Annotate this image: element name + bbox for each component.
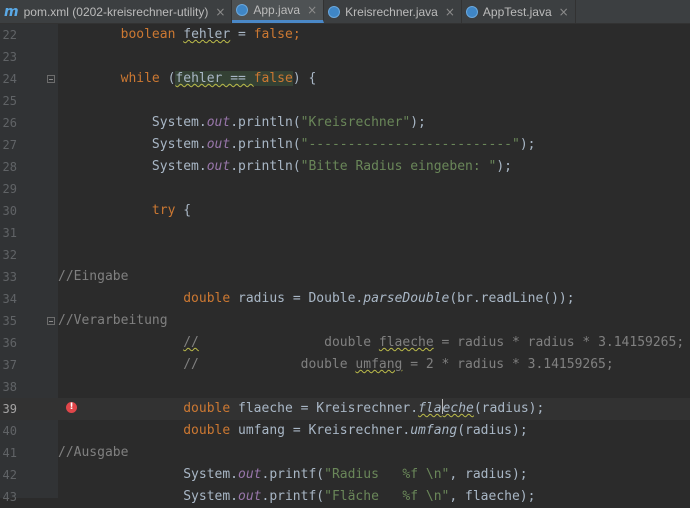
code-text: // double flaeche = radius * radius * 3.… — [183, 335, 685, 350]
tab-label: pom.xml (0202-kreisrechner-utility) — [23, 4, 209, 19]
code-line-42[interactable]: 42 System.out.printf("Radius %f \n", rad… — [0, 464, 690, 486]
line-number: 42 — [2, 468, 17, 482]
line-number: 30 — [2, 204, 17, 218]
line-number: 43 — [2, 490, 17, 504]
code-line-38[interactable]: 38 — [0, 376, 690, 398]
code-line-33[interactable]: 33 //Eingabe — [0, 266, 690, 288]
maven-file-icon: m — [4, 3, 19, 20]
close-icon[interactable]: × — [559, 5, 569, 19]
code-line-31[interactable]: 31 — [0, 222, 690, 244]
code-line-26[interactable]: 26 System.out.println("Kreisrechner"); — [0, 112, 690, 134]
line-number: 37 — [2, 358, 17, 372]
close-icon[interactable]: × — [215, 5, 225, 19]
line-number: 35 — [2, 314, 17, 328]
code-text: System.out.println("Kreisrechner"); — [58, 115, 426, 130]
line-number: 26 — [2, 116, 17, 130]
code-text: double radius = Double.parseDouble(br.re… — [183, 291, 575, 306]
code-line-41[interactable]: 41 //Ausgabe — [0, 442, 690, 464]
code-line-35[interactable]: 35 //Verarbeitung — [0, 310, 690, 332]
java-class-icon — [465, 5, 478, 18]
java-class-icon — [328, 5, 341, 18]
line-number: 40 — [2, 424, 17, 438]
code-text: boolean fehler = false; — [120, 27, 301, 42]
code-text: //Verarbeitung — [58, 313, 168, 328]
code-line-43[interactable]: 43 System.out.printf("Fläche %f \n", fla… — [0, 486, 690, 508]
code-line-25[interactable]: 25 — [0, 90, 690, 112]
code-line-27[interactable]: 27 System.out.println("-----------------… — [0, 134, 690, 156]
line-number: 32 — [2, 248, 17, 262]
code-line-40[interactable]: 40 double umfang = Kreisrechner.umfang(r… — [0, 420, 690, 442]
line-number: 38 — [2, 380, 17, 394]
line-number: 41 — [2, 446, 17, 460]
code-text: System.out.printf("Fläche %f \n", flaech… — [58, 489, 536, 504]
line-number: 29 — [2, 182, 17, 196]
code-text: //Eingabe — [58, 269, 129, 284]
code-line-36[interactable]: 36 // double flaeche = radius * radius *… — [0, 332, 690, 354]
code-line-24[interactable]: 24 while (fehler == false) { — [0, 68, 690, 90]
code-line-39-current[interactable]: 39 double flaeche = Kreisrechner.flaeche… — [0, 398, 690, 420]
line-number: 31 — [2, 226, 17, 240]
code-line-32[interactable]: 32 — [0, 244, 690, 266]
tab-label: App.java — [253, 3, 301, 17]
code-line-37[interactable]: 37 // double umfang = 2 * radius * 3.141… — [0, 354, 690, 376]
java-class-icon — [236, 4, 249, 16]
tab-app-java[interactable]: App.java × — [232, 0, 325, 23]
editor-tab-bar: m pom.xml (0202-kreisrechner-utility) × … — [0, 0, 690, 24]
close-icon[interactable]: × — [307, 3, 317, 17]
code-text: double flaeche = Kreisrechner.flaeche(ra… — [183, 399, 545, 416]
tab-label: AppTest.java — [482, 4, 552, 19]
line-number: 25 — [2, 94, 17, 108]
line-number: 24 — [2, 72, 17, 86]
line-number: 34 — [2, 292, 17, 306]
code-text: //Ausgabe — [58, 445, 129, 460]
fold-marker-icon[interactable] — [47, 75, 55, 83]
line-number: 27 — [2, 138, 17, 152]
code-line-30[interactable]: 30 try { — [0, 200, 690, 222]
code-line-23[interactable]: 23 — [0, 46, 690, 68]
close-icon[interactable]: × — [445, 5, 455, 19]
code-line-22[interactable]: 22 boolean fehler = false; — [0, 24, 690, 46]
code-text: System.out.printf("Radius %f \n", radius… — [58, 467, 528, 482]
tab-label: Kreisrechner.java — [345, 4, 438, 19]
code-text: try { — [151, 203, 192, 218]
line-number: 33 — [2, 270, 17, 284]
tab-apptest-java[interactable]: AppTest.java × — [462, 0, 576, 23]
code-text: System.out.println("--------------------… — [58, 137, 536, 152]
code-line-29[interactable]: 29 — [0, 178, 690, 200]
fold-marker-icon[interactable] — [47, 317, 55, 325]
line-number: 23 — [2, 50, 17, 64]
line-number: 28 — [2, 160, 17, 174]
line-number: 39 — [2, 402, 17, 416]
code-line-28[interactable]: 28 System.out.println("Bitte Radius eing… — [0, 156, 690, 178]
tab-pom-xml[interactable]: m pom.xml (0202-kreisrechner-utility) × — [0, 0, 233, 23]
code-line-34[interactable]: 34 double radius = Double.parseDouble(br… — [0, 288, 690, 310]
code-text: // double umfang = 2 * radius * 3.141592… — [58, 357, 614, 372]
code-text: System.out.println("Bitte Radius eingebe… — [58, 159, 512, 174]
code-text: while (fehler == false) { — [120, 71, 317, 86]
code-text: double umfang = Kreisrechner.umfang(radi… — [183, 423, 528, 438]
code-editor[interactable]: 22 boolean fehler = false; 23 24 while (… — [0, 24, 690, 504]
tab-kreisrechner-java[interactable]: Kreisrechner.java × — [324, 0, 462, 23]
line-number: 36 — [2, 336, 17, 350]
line-number: 22 — [2, 28, 17, 42]
